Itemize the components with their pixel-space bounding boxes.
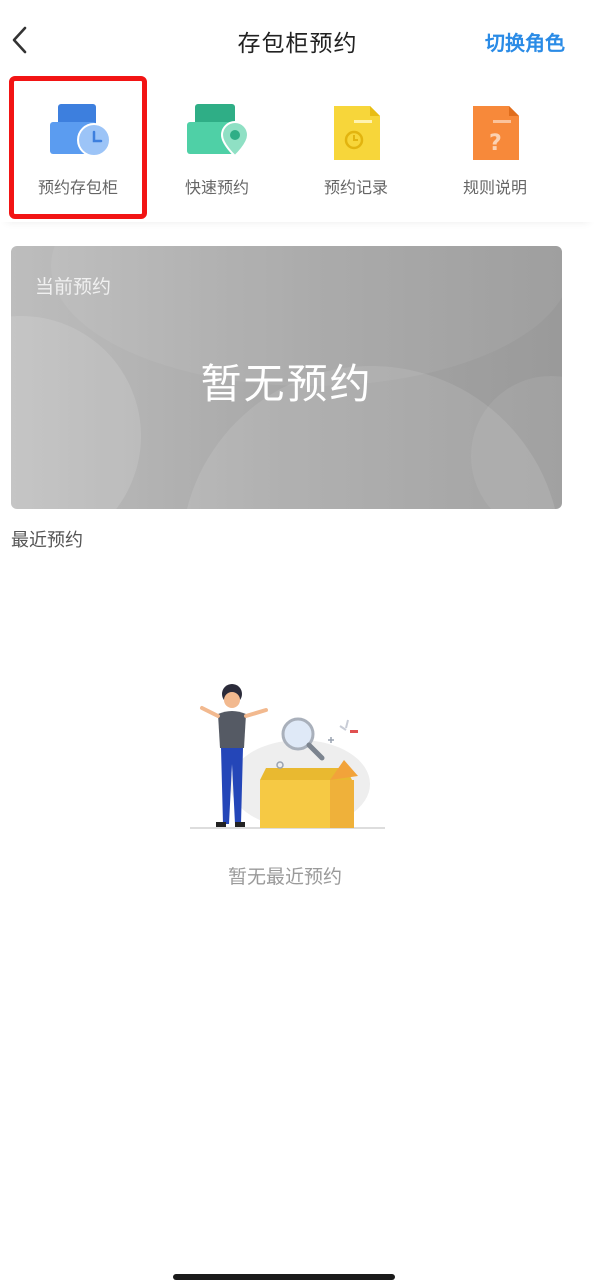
current-reservation-card: 当前预约 暂无预约 [11,246,562,509]
switch-role-button[interactable]: 切换角色 [485,27,565,56]
nav-item-quick-reserve[interactable]: 快速预约 [147,78,287,222]
rules-document-icon: ? [463,100,531,164]
nav-label: 预约记录 [323,178,388,197]
recent-reservations-title: 最近预约 [11,530,83,551]
no-recent-reservation-text: 暂无最近预约 [227,866,342,888]
nav-label: 快速预约 [184,178,249,197]
no-reservation-text: 暂无预约 [200,360,373,408]
home-indicator[interactable] [173,1274,395,1280]
header: 存包柜预约 切换角色 [0,0,595,80]
current-reservation-label: 当前预约 [35,276,112,298]
nav-item-reserve-records[interactable]: 预约记录 [286,78,426,222]
nav-label: 规则说明 [462,178,527,197]
empty-state-illustration [180,680,400,840]
locker-location-icon [185,100,253,164]
highlight-box [9,76,147,219]
svg-text:?: ? [489,131,502,156]
nav-item-rules[interactable]: ? 规则说明 [425,78,565,222]
record-document-icon [324,100,392,164]
